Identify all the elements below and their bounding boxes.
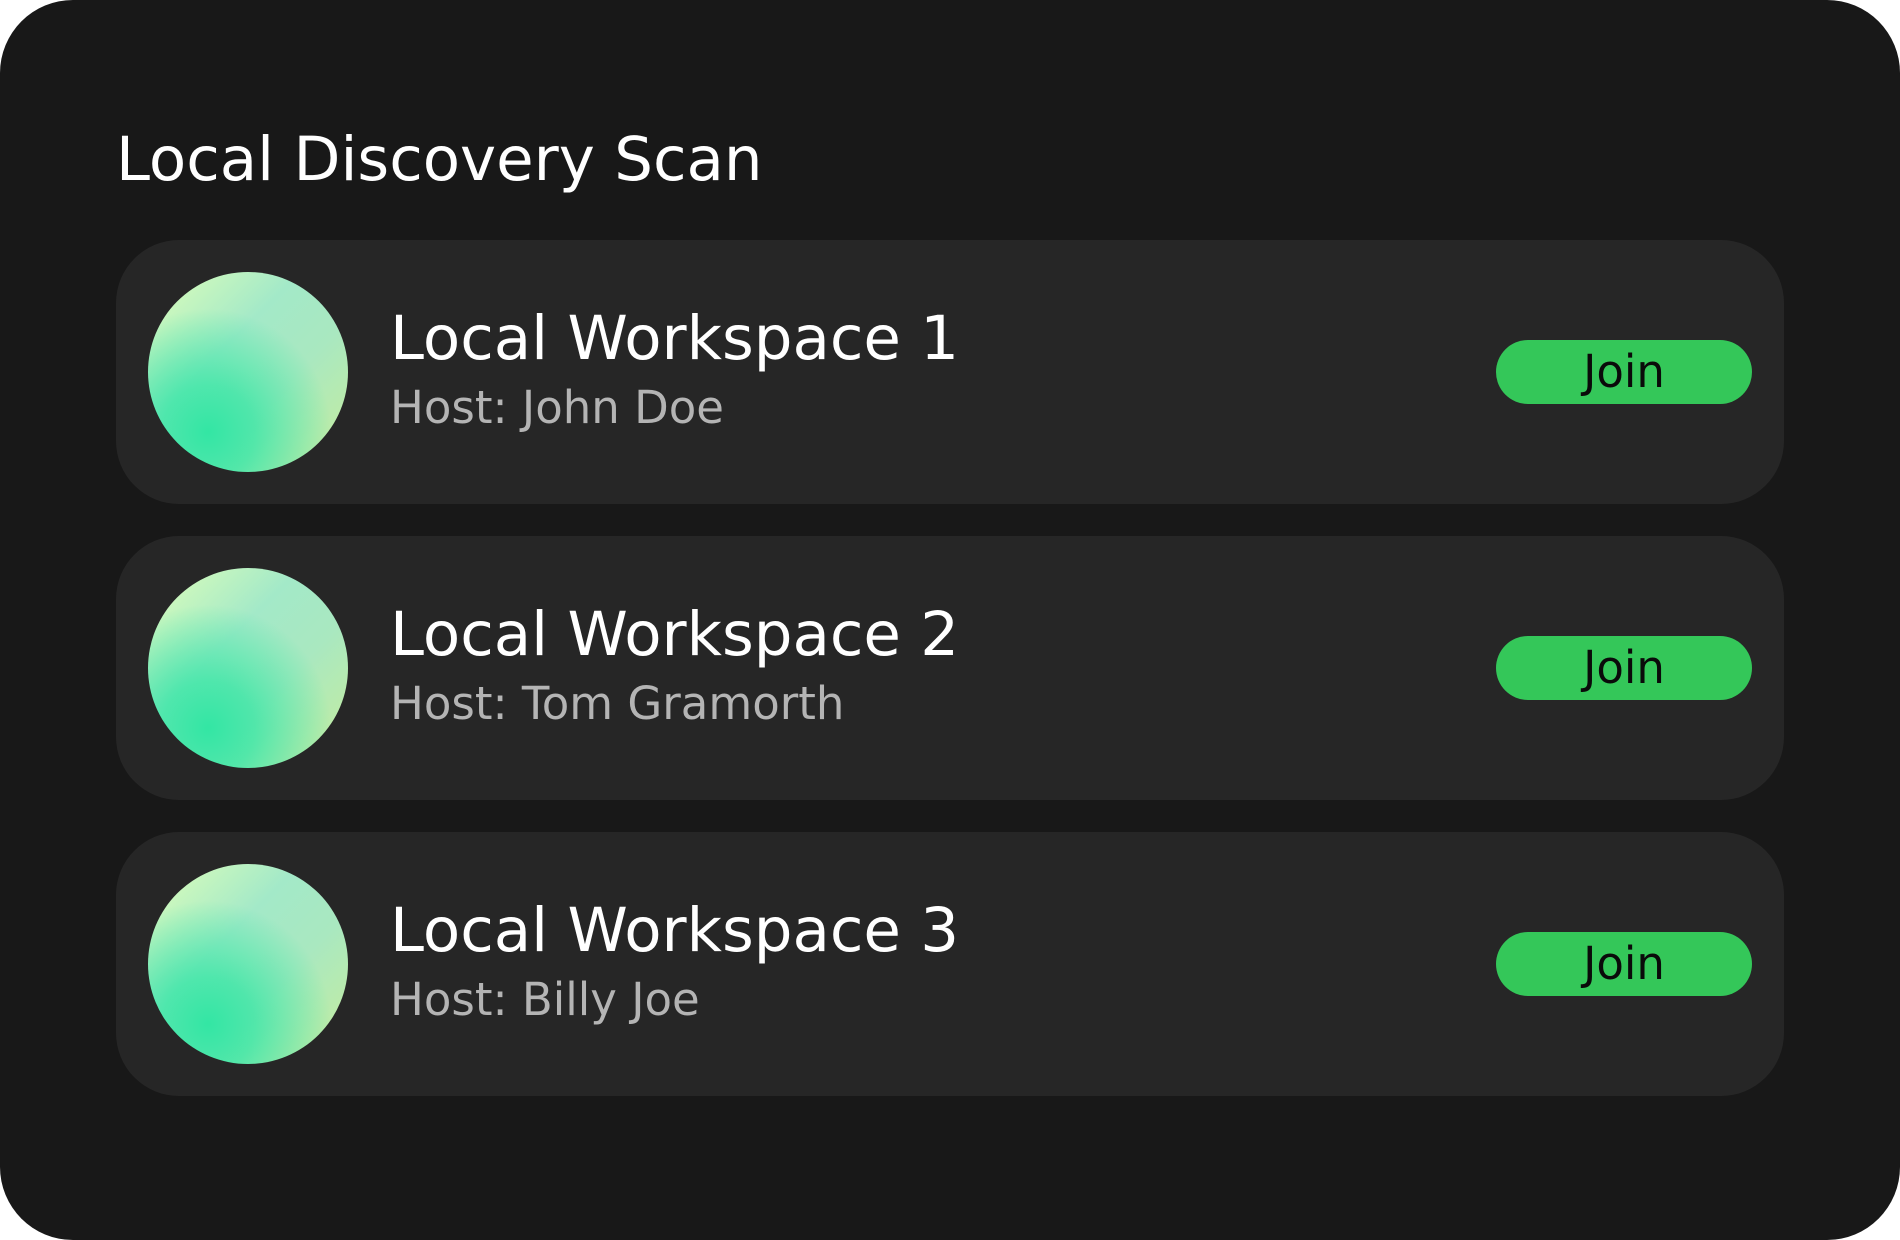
workspace-avatar — [148, 272, 348, 472]
join-button[interactable]: Join — [1496, 340, 1752, 404]
workspace-card: Local Workspace 3 Host: Billy Joe Join — [116, 832, 1784, 1096]
workspace-avatar — [148, 568, 348, 768]
workspace-host: Host: Tom Gramorth — [390, 677, 845, 730]
discovery-panel: Local Discovery Scan Local Workspace 1 H… — [0, 0, 1900, 1240]
join-button[interactable]: Join — [1496, 932, 1752, 996]
join-button[interactable]: Join — [1496, 636, 1752, 700]
workspace-avatar — [148, 864, 348, 1064]
page-title: Local Discovery Scan — [116, 124, 763, 195]
workspace-host: Host: John Doe — [390, 381, 724, 434]
workspace-card: Local Workspace 2 Host: Tom Gramorth Joi… — [116, 536, 1784, 800]
workspace-card: Local Workspace 1 Host: John Doe Join — [116, 240, 1784, 504]
workspace-host: Host: Billy Joe — [390, 973, 700, 1026]
workspace-name: Local Workspace 2 — [390, 599, 960, 670]
workspace-name: Local Workspace 3 — [390, 895, 960, 966]
workspace-name: Local Workspace 1 — [390, 303, 960, 374]
